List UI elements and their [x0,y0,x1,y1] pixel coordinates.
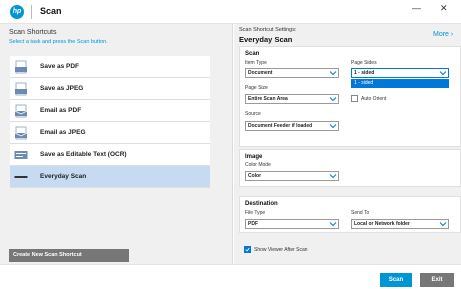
shortcut-label: Email as PDF [40,107,82,114]
page-sides-option[interactable]: 1 - sided [351,79,449,88]
email-pdf-icon [14,104,28,118]
item-type-value: Document [248,70,273,76]
page-sides-select[interactable]: 1 - sided [351,68,449,78]
scan-panel: Scan Item Type Document Page Sides 1 - s… [239,46,461,147]
footer-bar: Scan Exit [0,264,461,289]
pdf-icon [15,60,27,74]
auto-orient-label: Auto Orient [361,96,387,102]
chevron-down-icon [439,71,447,76]
shortcut-list: Save as PDF Save as JPEG Email as PDF Em… [10,56,210,188]
page-sides-label: Page Sides [351,60,377,66]
send-to-select[interactable]: Local or Network folder [351,219,449,229]
create-new-shortcut-button[interactable]: Create New Scan Shortcut [9,249,129,262]
shortcut-everyday-scan[interactable]: Everyday Scan [10,166,210,188]
file-type-value: PDF [248,221,258,227]
exit-button[interactable]: Exit [420,273,454,287]
shortcut-label: Save as Editable Text (OCR) [40,151,127,158]
image-panel: Image Color Mode Color [239,149,461,187]
destination-panel: Destination File Type PDF Send To Local … [239,196,461,233]
shortcuts-subtitle: Select a task and press the Scan button. [9,39,108,45]
shortcut-label: Everyday Scan [40,173,87,180]
shortcut-label: Save as PDF [40,63,80,70]
app-title: Scan [40,6,62,16]
checkmark-icon [245,247,250,252]
chevron-down-icon [439,222,447,227]
send-to-label: Send To [351,210,370,216]
everyday-scan-icon [14,176,28,178]
chevron-down-icon [329,97,337,102]
chevron-down-icon [329,124,337,129]
minimize-button[interactable]: — [412,3,421,13]
show-viewer-label: Show Viewer After Scan [254,247,308,253]
send-to-value: Local or Network folder [354,221,410,227]
shortcut-save-as-ocr[interactable]: Save as Editable Text (OCR) [10,144,210,166]
chevron-right-icon: › [450,31,454,38]
more-link[interactable]: More › [433,31,453,38]
page-size-select[interactable]: Entire Scan Area [245,94,339,104]
item-type-label: Item Type [245,60,267,66]
source-select[interactable]: Document Feeder if loaded [245,121,339,131]
more-link-label: More [433,31,449,38]
page-size-value: Entire Scan Area [248,96,288,102]
shortcut-save-as-jpeg[interactable]: Save as JPEG [10,78,210,100]
email-jpeg-icon [14,126,28,140]
color-mode-select[interactable]: Color [245,171,339,181]
shortcut-email-as-jpeg[interactable]: Email as JPEG [10,122,210,144]
title-bar: hp Scan — ✕ [0,0,461,24]
scan-button[interactable]: Scan [380,273,412,287]
jpeg-icon [15,82,27,96]
ocr-icon [14,151,28,159]
current-shortcut-name: Everyday Scan [239,35,293,44]
hp-logo: hp [10,5,24,19]
shortcut-label: Save as JPEG [40,85,84,92]
auto-orient-checkbox[interactable] [351,95,358,102]
shortcut-label: Email as JPEG [40,129,86,136]
destination-section-title: Destination [245,201,278,207]
file-type-label: File Type [245,210,266,216]
shortcut-save-as-pdf[interactable]: Save as PDF [10,56,210,78]
item-type-select[interactable]: Document [245,68,339,78]
chevron-down-icon [329,222,337,227]
chevron-down-icon [329,174,337,179]
shortcut-email-as-pdf[interactable]: Email as PDF [10,100,210,122]
scan-section-title: Scan [245,51,260,57]
close-button[interactable]: ✕ [440,3,448,14]
show-viewer-checkbox[interactable] [244,246,251,253]
source-value: Document Feeder if loaded [248,123,313,129]
chevron-down-icon [329,71,337,76]
page-size-label: Page Size [245,85,268,91]
shortcuts-title: Scan Shortcuts [9,29,57,36]
color-mode-value: Color [248,173,262,179]
source-label: Source [245,111,261,117]
color-mode-label: Color Mode [245,162,271,168]
page-sides-value: 1 - sided [354,70,375,76]
image-section-title: Image [245,154,263,160]
title-separator [31,5,32,19]
settings-pane: Scan Shortcut Settings: Everyday Scan Mo… [234,24,461,264]
file-type-select[interactable]: PDF [245,219,339,229]
settings-label: Scan Shortcut Settings: [239,27,297,33]
shortcuts-pane: Scan Shortcuts Select a task and press t… [0,24,233,264]
